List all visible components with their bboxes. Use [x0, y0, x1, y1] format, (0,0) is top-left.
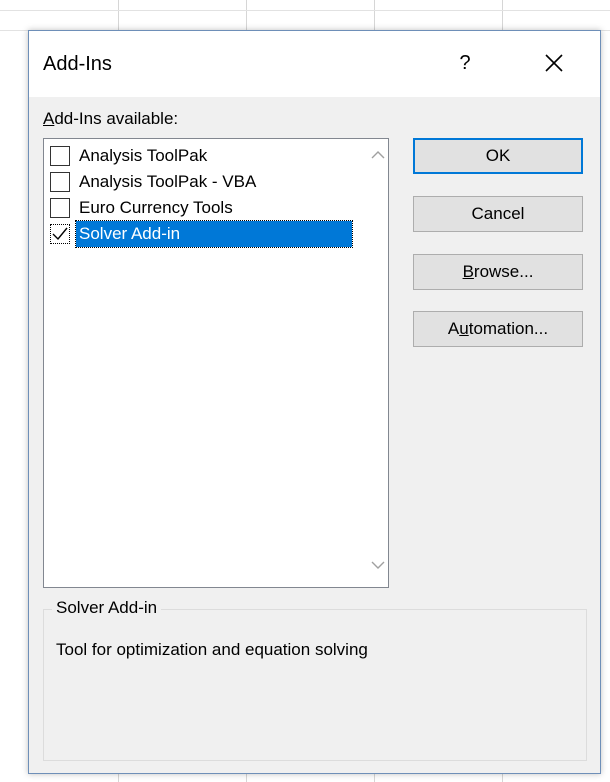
add-ins-listbox[interactable]: Analysis ToolPak Analysis ToolPak - VBA …: [43, 138, 389, 588]
list-item-analysis-toolpak[interactable]: Analysis ToolPak: [48, 143, 358, 169]
description-group: Solver Add-in Tool for optimization and …: [43, 598, 587, 761]
list-item-label: Euro Currency Tools: [79, 198, 233, 217]
chevron-up-icon: [371, 151, 385, 159]
checkmark-icon: [52, 227, 68, 241]
list-item-analysis-toolpak-vba[interactable]: Analysis ToolPak - VBA: [48, 169, 358, 195]
close-icon: [545, 54, 563, 72]
vertical-scrollbar[interactable]: [368, 139, 388, 587]
list-item-solver-add-in[interactable]: Solver Add-in: [48, 220, 358, 248]
cancel-button[interactable]: Cancel: [413, 196, 583, 232]
list-item-label: Analysis ToolPak - VBA: [79, 172, 257, 191]
scroll-up-arrow[interactable]: [368, 147, 388, 171]
checkbox[interactable]: [50, 198, 70, 218]
checkbox[interactable]: [50, 172, 70, 192]
grid-line: [0, 10, 610, 11]
checkbox[interactable]: [50, 146, 70, 166]
description-text: Tool for optimization and equation solvi…: [56, 640, 368, 659]
add-ins-dialog: Add-Ins ? Add-Ins available: Analysis To…: [28, 30, 601, 774]
help-button[interactable]: ?: [447, 45, 483, 81]
list-item-label: Analysis ToolPak: [79, 146, 208, 165]
add-ins-available-label: Add-Ins available:: [43, 109, 179, 128]
automation-button[interactable]: Automation...: [413, 311, 583, 347]
scroll-down-arrow[interactable]: [368, 557, 388, 581]
ok-button[interactable]: OK: [413, 138, 583, 174]
browse-button[interactable]: Browse...: [413, 254, 583, 290]
checkbox-checked[interactable]: [50, 224, 70, 244]
dialog-title: Add-Ins: [43, 53, 112, 75]
title-bar: Add-Ins ?: [29, 31, 600, 97]
chevron-down-icon: [371, 561, 385, 569]
list-item-euro-currency-tools[interactable]: Euro Currency Tools: [48, 195, 358, 221]
description-title: Solver Add-in: [52, 598, 162, 618]
list-item-label: Solver Add-in: [75, 220, 353, 248]
close-button[interactable]: [529, 43, 579, 83]
